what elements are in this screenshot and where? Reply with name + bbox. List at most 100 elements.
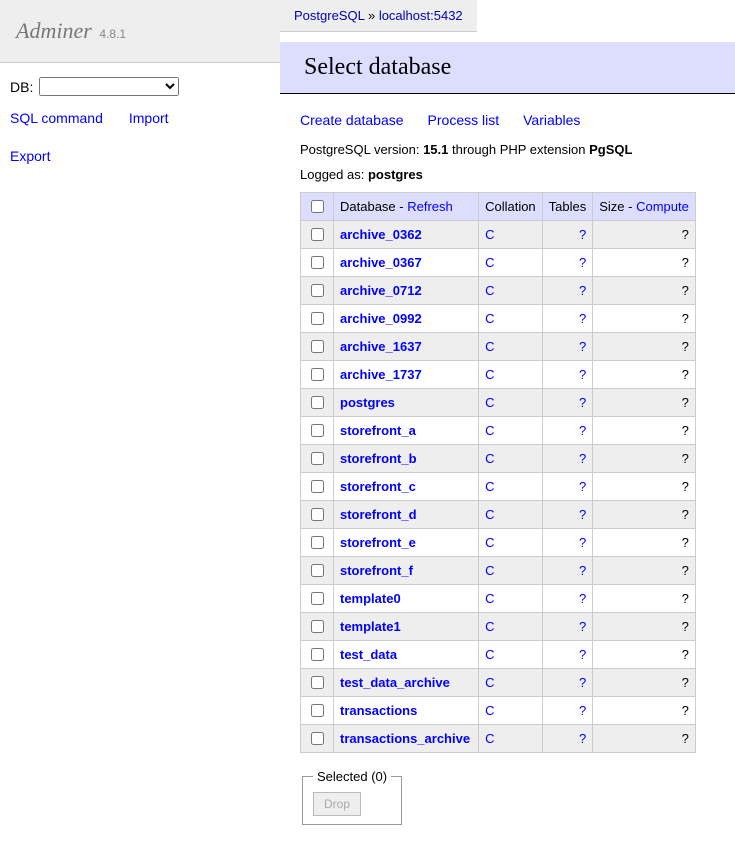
row-collation: C bbox=[479, 361, 543, 389]
sql-command-link[interactable]: SQL command bbox=[10, 110, 103, 126]
tables-link[interactable]: ? bbox=[579, 619, 586, 634]
collation-link[interactable]: C bbox=[485, 507, 494, 522]
tables-link[interactable]: ? bbox=[579, 647, 586, 662]
row-checkbox[interactable] bbox=[311, 452, 324, 465]
refresh-link[interactable]: Refresh bbox=[407, 199, 453, 214]
import-link[interactable]: Import bbox=[129, 110, 169, 126]
row-tables: ? bbox=[542, 249, 593, 277]
row-checkbox[interactable] bbox=[311, 536, 324, 549]
row-checkbox[interactable] bbox=[311, 564, 324, 577]
row-checkbox[interactable] bbox=[311, 480, 324, 493]
database-link[interactable]: storefront_d bbox=[340, 507, 417, 522]
tables-link[interactable]: ? bbox=[579, 255, 586, 270]
tables-link[interactable]: ? bbox=[579, 423, 586, 438]
database-link[interactable]: storefront_b bbox=[340, 451, 417, 466]
tables-link[interactable]: ? bbox=[579, 479, 586, 494]
row-checkbox[interactable] bbox=[311, 676, 324, 689]
tables-link[interactable]: ? bbox=[579, 395, 586, 410]
collation-link[interactable]: C bbox=[485, 367, 494, 382]
db-select[interactable] bbox=[39, 77, 179, 96]
database-link[interactable]: archive_1737 bbox=[340, 367, 422, 382]
collation-link[interactable]: C bbox=[485, 395, 494, 410]
row-checkbox[interactable] bbox=[311, 312, 324, 325]
row-checkbox[interactable] bbox=[311, 732, 324, 745]
collation-link[interactable]: C bbox=[485, 535, 494, 550]
tables-link[interactable]: ? bbox=[579, 283, 586, 298]
collation-link[interactable]: C bbox=[485, 451, 494, 466]
collation-link[interactable]: C bbox=[485, 311, 494, 326]
tables-link[interactable]: ? bbox=[579, 227, 586, 242]
database-link[interactable]: transactions_archive bbox=[340, 731, 470, 746]
database-link[interactable]: archive_0362 bbox=[340, 227, 422, 242]
row-checkbox[interactable] bbox=[311, 620, 324, 633]
drop-button[interactable]: Drop bbox=[313, 792, 361, 816]
database-link[interactable]: test_data_archive bbox=[340, 675, 450, 690]
tables-link[interactable]: ? bbox=[579, 451, 586, 466]
collation-link[interactable]: C bbox=[485, 675, 494, 690]
database-link[interactable]: postgres bbox=[340, 395, 395, 410]
collation-link[interactable]: C bbox=[485, 647, 494, 662]
tables-link[interactable]: ? bbox=[579, 367, 586, 382]
collation-link[interactable]: C bbox=[485, 227, 494, 242]
row-checkbox[interactable] bbox=[311, 424, 324, 437]
database-link[interactable]: storefront_f bbox=[340, 563, 413, 578]
database-link[interactable]: archive_0367 bbox=[340, 255, 422, 270]
collation-link[interactable]: C bbox=[485, 563, 494, 578]
tables-link[interactable]: ? bbox=[579, 507, 586, 522]
row-checkbox[interactable] bbox=[311, 256, 324, 269]
database-link[interactable]: storefront_c bbox=[340, 479, 416, 494]
database-link[interactable]: transactions bbox=[340, 703, 417, 718]
row-db-name: archive_1737 bbox=[334, 361, 479, 389]
row-checkbox[interactable] bbox=[311, 368, 324, 381]
breadcrumb-server[interactable]: localhost:5432 bbox=[379, 8, 463, 23]
collation-link[interactable]: C bbox=[485, 703, 494, 718]
tables-link[interactable]: ? bbox=[579, 535, 586, 550]
sidebar: Adminer 4.8.1 DB: SQL command Import Exp… bbox=[0, 0, 280, 845]
row-tables: ? bbox=[542, 221, 593, 249]
collation-link[interactable]: C bbox=[485, 339, 494, 354]
table-row: test_data_archiveC?? bbox=[301, 669, 696, 697]
table-row: archive_0367C?? bbox=[301, 249, 696, 277]
database-link[interactable]: template1 bbox=[340, 619, 401, 634]
tables-link[interactable]: ? bbox=[579, 311, 586, 326]
row-checkbox[interactable] bbox=[311, 228, 324, 241]
database-link[interactable]: storefront_e bbox=[340, 535, 416, 550]
database-link[interactable]: archive_0992 bbox=[340, 311, 422, 326]
collation-link[interactable]: C bbox=[485, 619, 494, 634]
tables-link[interactable]: ? bbox=[579, 731, 586, 746]
collation-link[interactable]: C bbox=[485, 731, 494, 746]
check-all-header[interactable] bbox=[301, 193, 334, 221]
collation-link[interactable]: C bbox=[485, 591, 494, 606]
row-size: ? bbox=[593, 641, 696, 669]
row-checkbox[interactable] bbox=[311, 396, 324, 409]
collation-link[interactable]: C bbox=[485, 479, 494, 494]
tables-link[interactable]: ? bbox=[579, 675, 586, 690]
check-all[interactable] bbox=[311, 200, 324, 213]
database-link[interactable]: storefront_a bbox=[340, 423, 416, 438]
collation-link[interactable]: C bbox=[485, 283, 494, 298]
database-link[interactable]: archive_0712 bbox=[340, 283, 422, 298]
tables-link[interactable]: ? bbox=[579, 339, 586, 354]
row-checkbox[interactable] bbox=[311, 508, 324, 521]
create-database-link[interactable]: Create database bbox=[300, 112, 404, 128]
collation-link[interactable]: C bbox=[485, 423, 494, 438]
database-link[interactable]: template0 bbox=[340, 591, 401, 606]
row-checkbox[interactable] bbox=[311, 340, 324, 353]
row-checkbox[interactable] bbox=[311, 284, 324, 297]
breadcrumb-driver[interactable]: PostgreSQL bbox=[294, 8, 364, 23]
tables-link[interactable]: ? bbox=[579, 563, 586, 578]
row-checkbox[interactable] bbox=[311, 648, 324, 661]
row-checkbox[interactable] bbox=[311, 592, 324, 605]
row-size: ? bbox=[593, 333, 696, 361]
table-row: archive_1637 C?? bbox=[301, 333, 696, 361]
tables-link[interactable]: ? bbox=[579, 591, 586, 606]
tables-link[interactable]: ? bbox=[579, 703, 586, 718]
process-list-link[interactable]: Process list bbox=[428, 112, 500, 128]
variables-link[interactable]: Variables bbox=[523, 112, 580, 128]
export-link[interactable]: Export bbox=[10, 148, 50, 164]
compute-link[interactable]: Compute bbox=[636, 199, 689, 214]
row-checkbox[interactable] bbox=[311, 704, 324, 717]
database-link[interactable]: test_data bbox=[340, 647, 397, 662]
collation-link[interactable]: C bbox=[485, 255, 494, 270]
database-link[interactable]: archive_1637 bbox=[340, 339, 422, 354]
